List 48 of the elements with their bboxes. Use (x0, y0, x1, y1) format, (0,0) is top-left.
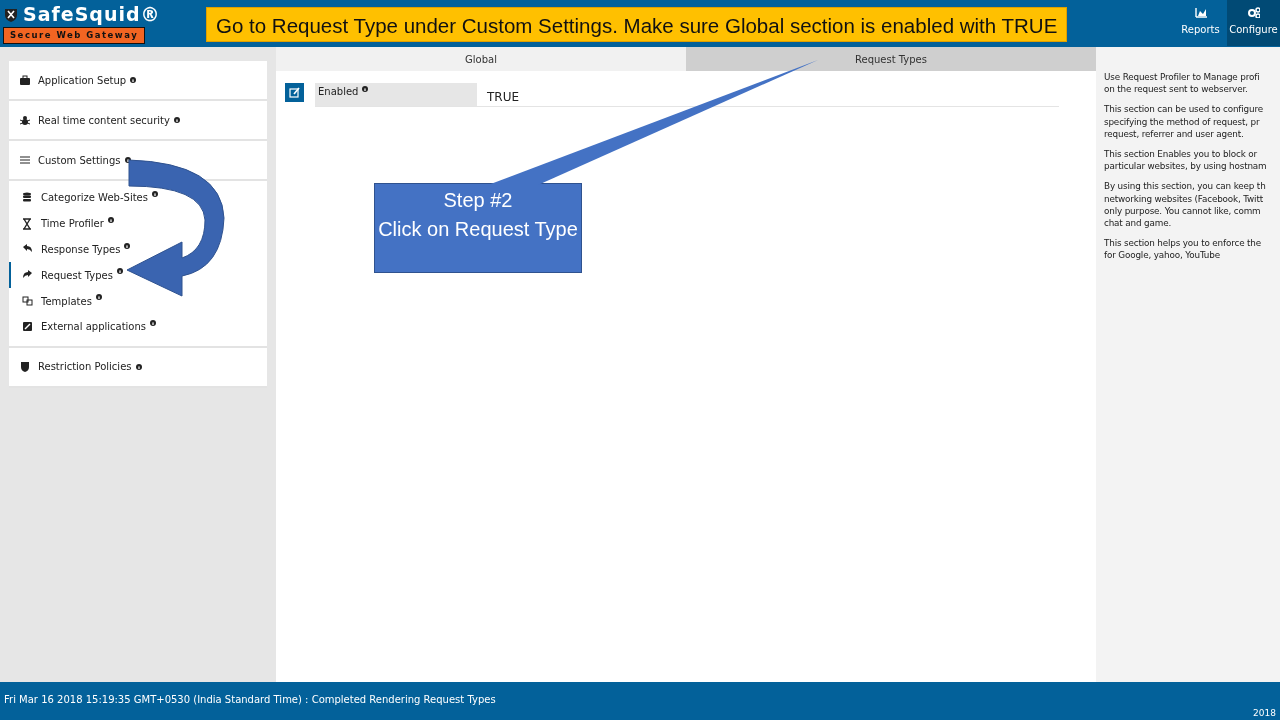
field-label: Enabled (318, 86, 359, 97)
info-icon (107, 216, 114, 223)
logo-subtitle: Secure Web Gateway (3, 27, 146, 44)
bug-icon (19, 114, 30, 126)
tab[interactable]: Request Types (686, 47, 1096, 71)
sidebar-item[interactable]: External applications (9, 314, 267, 340)
info-icon (124, 242, 131, 249)
hourglass-icon (22, 217, 33, 230)
sidebar-item[interactable]: Response Types (9, 236, 267, 263)
edit-button[interactable] (285, 83, 304, 102)
database-icon (22, 191, 33, 204)
edit-icon (289, 87, 300, 98)
sidebar-item[interactable]: Templates (9, 288, 267, 314)
field-value: TRUE (486, 89, 521, 106)
help-paragraph: This section can be used to configure specifying the method of request, pr request, referrer and user agent. (1104, 103, 1264, 140)
info-icon (151, 191, 158, 197)
sidebar-section-label[interactable]: Custom Settings (38, 152, 121, 168)
instruction-banner: Go to Request Type under Custom Settings. Make sure Global section is enabled with TRUE (206, 7, 1068, 42)
logo-title: SafeSquid® (23, 4, 161, 24)
nav-tab[interactable]: Reports (1174, 0, 1227, 46)
step-callout: Step #2 Click on Request Type (374, 183, 582, 273)
briefcase-icon (19, 74, 30, 86)
status-year: 2018 (1253, 706, 1276, 720)
info-icon (362, 86, 369, 92)
shield-icon (19, 360, 30, 373)
tab[interactable]: Global (276, 47, 686, 71)
chart-icon (1194, 6, 1207, 18)
info-icon (130, 77, 137, 83)
sidebar-section-label[interactable]: Restriction Policies (38, 359, 132, 375)
external-link-icon (22, 320, 33, 333)
status-message: Fri Mar 16 2018 15:19:35 GMT+0530 (India Standard Time) : Completed Rendering Request Types (4, 692, 496, 707)
sidebar-section-label[interactable]: Application Setup (38, 72, 127, 88)
help-paragraph: Use Request Profiler to Manage profi on the request sent to webserver. (1104, 71, 1261, 96)
info-icon (117, 268, 123, 275)
gears-icon (1247, 6, 1260, 18)
help-paragraph: By using this section, you can keep th networking websites (Facebook, Twitt only purpose. You cannot like, comm chat and game. (1104, 180, 1267, 230)
help-paragraph: This section helps you to enforce the for Google, yahoo, YouTube (1104, 237, 1263, 262)
info-icon (150, 320, 157, 326)
shield-logo-icon (3, 6, 19, 22)
info-icon (95, 294, 102, 301)
info-icon (173, 117, 180, 123)
sliders-icon (19, 154, 30, 166)
sidebar-item[interactable]: Categorize Web-Sites (9, 185, 267, 211)
sidebar-item[interactable]: Time Profiler (9, 210, 267, 237)
help-paragraph: This section Enables you to block or particular websites, by using hostnam (1104, 148, 1268, 173)
info-icon (135, 363, 142, 370)
nav-tab[interactable]: Configure (1227, 0, 1280, 46)
windows-icon (22, 295, 33, 308)
